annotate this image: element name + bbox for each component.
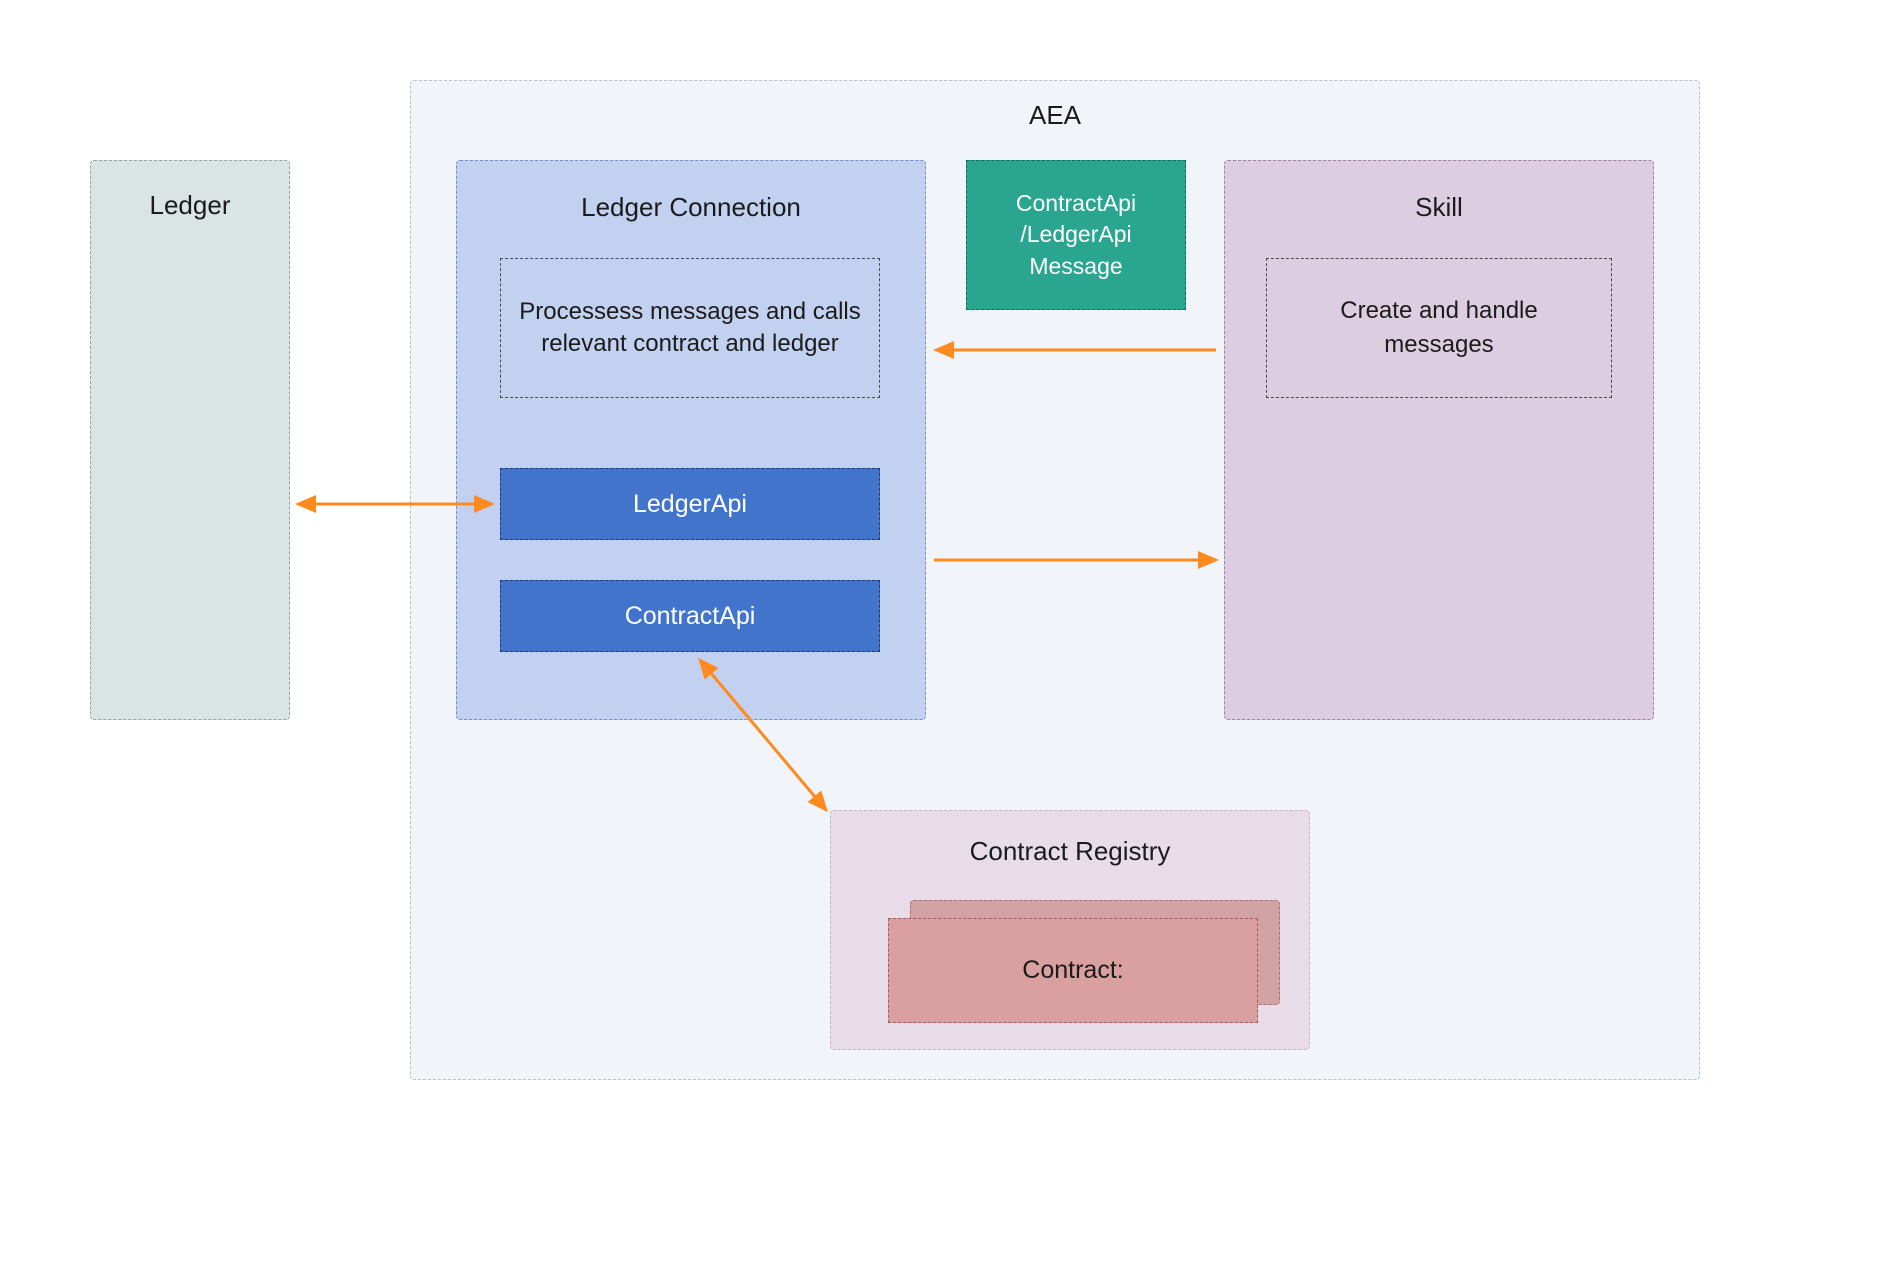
skill-title: Skill xyxy=(1224,192,1654,223)
ledger-connection-description: Processess messages and calls relevant c… xyxy=(500,258,880,398)
ledger-connection-title: Ledger Connection xyxy=(456,192,926,223)
message-box: ContractApi /LedgerApi Message xyxy=(966,160,1186,310)
skill-description: Create and handle messages xyxy=(1266,258,1612,398)
contract-api-box: ContractApi xyxy=(500,580,880,652)
aea-title: AEA xyxy=(410,100,1700,131)
diagram-canvas: AEA Ledger Ledger Connection Processess … xyxy=(0,0,1896,1274)
ledger-api-box: LedgerApi xyxy=(500,468,880,540)
skill-box xyxy=(1224,160,1654,720)
contract-card-front: Contract: xyxy=(888,918,1258,1023)
ledger-title: Ledger xyxy=(90,190,290,221)
ledger-box xyxy=(90,160,290,720)
contract-registry-title: Contract Registry xyxy=(830,836,1310,867)
